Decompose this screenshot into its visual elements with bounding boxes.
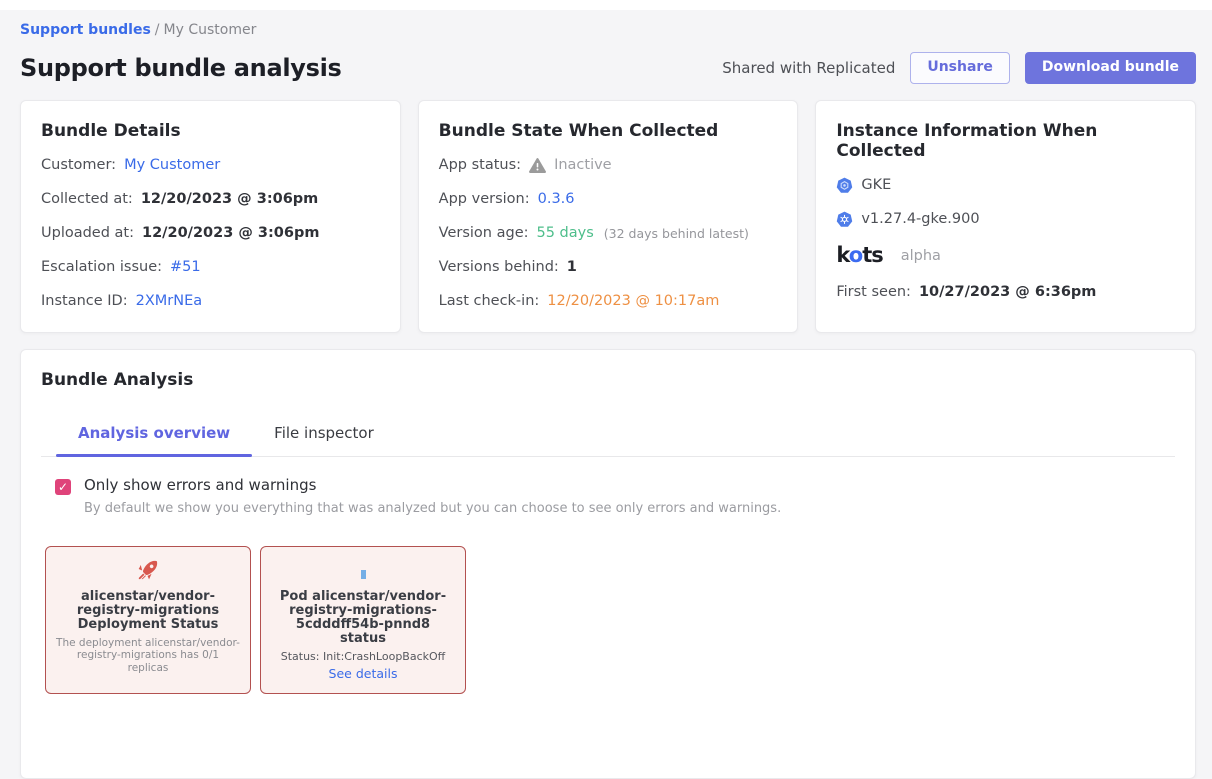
bundle-analysis-panel: Bundle Analysis Analysis overview File i… xyxy=(20,349,1196,779)
kots-logo: kots xyxy=(836,245,882,266)
row-label: App status: xyxy=(439,157,521,173)
tab-analysis-overview[interactable]: Analysis overview xyxy=(56,414,252,456)
detail-row-customer: Customer: My Customer xyxy=(41,155,380,175)
header-actions: Shared with Replicated Unshare Download … xyxy=(722,52,1196,83)
row-label: Last check-in: xyxy=(439,293,540,309)
result-title: alicenstar/vendor-registry-migrations De… xyxy=(56,590,240,632)
result-title: Pod alicenstar/vendor-registry-migration… xyxy=(271,590,455,646)
warning-icon xyxy=(529,158,546,173)
instance-info-title: Instance Information When Collected xyxy=(836,121,1175,161)
see-details-link[interactable]: See details xyxy=(271,666,455,681)
state-row-versions-behind: Versions behind: 1 xyxy=(439,257,778,277)
row-label: Escalation issue: xyxy=(41,259,162,275)
instance-row-first-seen: First seen: 10/27/2023 @ 6:36pm xyxy=(836,282,1175,302)
analysis-tabs: Analysis overview File inspector xyxy=(41,414,1175,457)
bundle-details-card: Bundle Details Customer: My Customer Col… xyxy=(20,100,401,333)
rocket-icon xyxy=(56,558,240,582)
collected-at-value: 12/20/2023 @ 3:06pm xyxy=(141,191,318,207)
instance-row-k8s-version: v1.27.4-gke.900 xyxy=(836,209,1175,229)
breadcrumb: Support bundles/My Customer xyxy=(20,22,1196,38)
filter-text-block: Only show errors and warnings By default… xyxy=(84,476,781,516)
shared-status-text: Shared with Replicated xyxy=(722,59,895,77)
distribution-value: GKE xyxy=(861,177,891,193)
result-card-pod-status[interactable]: Pod alicenstar/vendor-registry-migration… xyxy=(260,546,466,694)
filter-label[interactable]: Only show errors and warnings xyxy=(84,476,781,494)
customer-link[interactable]: My Customer xyxy=(124,157,220,173)
instance-id-link[interactable]: 2XMrNEa xyxy=(136,293,203,309)
detail-row-instance-id: Instance ID: 2XMrNEa xyxy=(41,291,380,311)
versions-behind-value: 1 xyxy=(567,259,577,275)
unshare-button[interactable]: Unshare xyxy=(910,52,1009,83)
bundle-state-title: Bundle State When Collected xyxy=(439,121,778,141)
row-label: First seen: xyxy=(836,284,911,300)
page: Support bundles/My Customer Support bund… xyxy=(0,10,1212,779)
breadcrumb-support-bundles-link[interactable]: Support bundles xyxy=(20,22,151,38)
kots-logo-ts: ts xyxy=(862,243,883,267)
gke-icon xyxy=(836,177,853,194)
version-age-note: (32 days behind latest) xyxy=(604,226,749,241)
filter-description: By default we show you everything that w… xyxy=(84,501,781,516)
state-row-version-age: Version age: 55 days (32 days behind lat… xyxy=(439,223,778,243)
top-strip xyxy=(0,0,1212,10)
result-description: The deployment alicenstar/vendor-registr… xyxy=(56,637,240,674)
page-title: Support bundle analysis xyxy=(20,54,342,82)
bundle-analysis-title: Bundle Analysis xyxy=(41,370,1175,390)
breadcrumb-separator: / xyxy=(155,22,160,38)
app-status-value: Inactive xyxy=(554,157,612,173)
escalation-issue-link[interactable]: #51 xyxy=(170,259,201,275)
state-row-app-version: App version: 0.3.6 xyxy=(439,189,778,209)
row-label: Instance ID: xyxy=(41,293,128,309)
page-header: Support bundle analysis Shared with Repl… xyxy=(20,49,1196,87)
detail-row-collected-at: Collected at: 12/20/2023 @ 3:06pm xyxy=(41,189,380,209)
detail-row-escalation-issue: Escalation issue: #51 xyxy=(41,257,380,277)
bundle-details-title: Bundle Details xyxy=(41,121,380,141)
bundle-state-card: Bundle State When Collected App status: … xyxy=(418,100,799,333)
row-label: Uploaded at: xyxy=(41,225,134,241)
result-status: Status: Init:CrashLoopBackOff xyxy=(271,650,455,663)
instance-row-distribution: GKE xyxy=(836,175,1175,195)
tab-file-inspector[interactable]: File inspector xyxy=(252,414,396,456)
first-seen-value: 10/27/2023 @ 6:36pm xyxy=(919,284,1096,300)
errors-warnings-filter: ✓ Only show errors and warnings By defau… xyxy=(55,476,1175,516)
broken-image-icon xyxy=(271,558,455,582)
instance-row-kots: kots alpha xyxy=(836,245,1175,266)
breadcrumb-current: My Customer xyxy=(164,22,257,38)
detail-row-uploaded-at: Uploaded at: 12/20/2023 @ 3:06pm xyxy=(41,223,380,243)
app-version-link[interactable]: 0.3.6 xyxy=(538,191,575,207)
result-card-deployment-status[interactable]: alicenstar/vendor-registry-migrations De… xyxy=(45,546,251,694)
uploaded-at-value: 12/20/2023 @ 3:06pm xyxy=(142,225,319,241)
kots-channel-value: alpha xyxy=(901,248,941,264)
row-label: Versions behind: xyxy=(439,259,559,275)
download-bundle-button[interactable]: Download bundle xyxy=(1025,52,1196,83)
k8s-version-value: v1.27.4-gke.900 xyxy=(861,211,979,227)
row-label: Collected at: xyxy=(41,191,133,207)
instance-info-card: Instance Information When Collected GKE xyxy=(815,100,1196,333)
only-errors-checkbox[interactable]: ✓ xyxy=(55,479,71,495)
kots-logo-o: o xyxy=(849,243,862,267)
row-label: Version age: xyxy=(439,225,529,241)
info-cards-row: Bundle Details Customer: My Customer Col… xyxy=(20,100,1196,333)
state-row-last-checkin: Last check-in: 12/20/2023 @ 10:17am xyxy=(439,291,778,311)
state-row-app-status: App status: Inactive xyxy=(439,155,778,175)
row-label: App version: xyxy=(439,191,530,207)
version-age-value: 55 days xyxy=(537,225,594,241)
last-checkin-value: 12/20/2023 @ 10:17am xyxy=(547,293,719,309)
kubernetes-icon xyxy=(836,211,853,228)
analysis-results: alicenstar/vendor-registry-migrations De… xyxy=(45,546,1175,694)
kots-logo-k: k xyxy=(836,243,848,267)
row-label: Customer: xyxy=(41,157,116,173)
